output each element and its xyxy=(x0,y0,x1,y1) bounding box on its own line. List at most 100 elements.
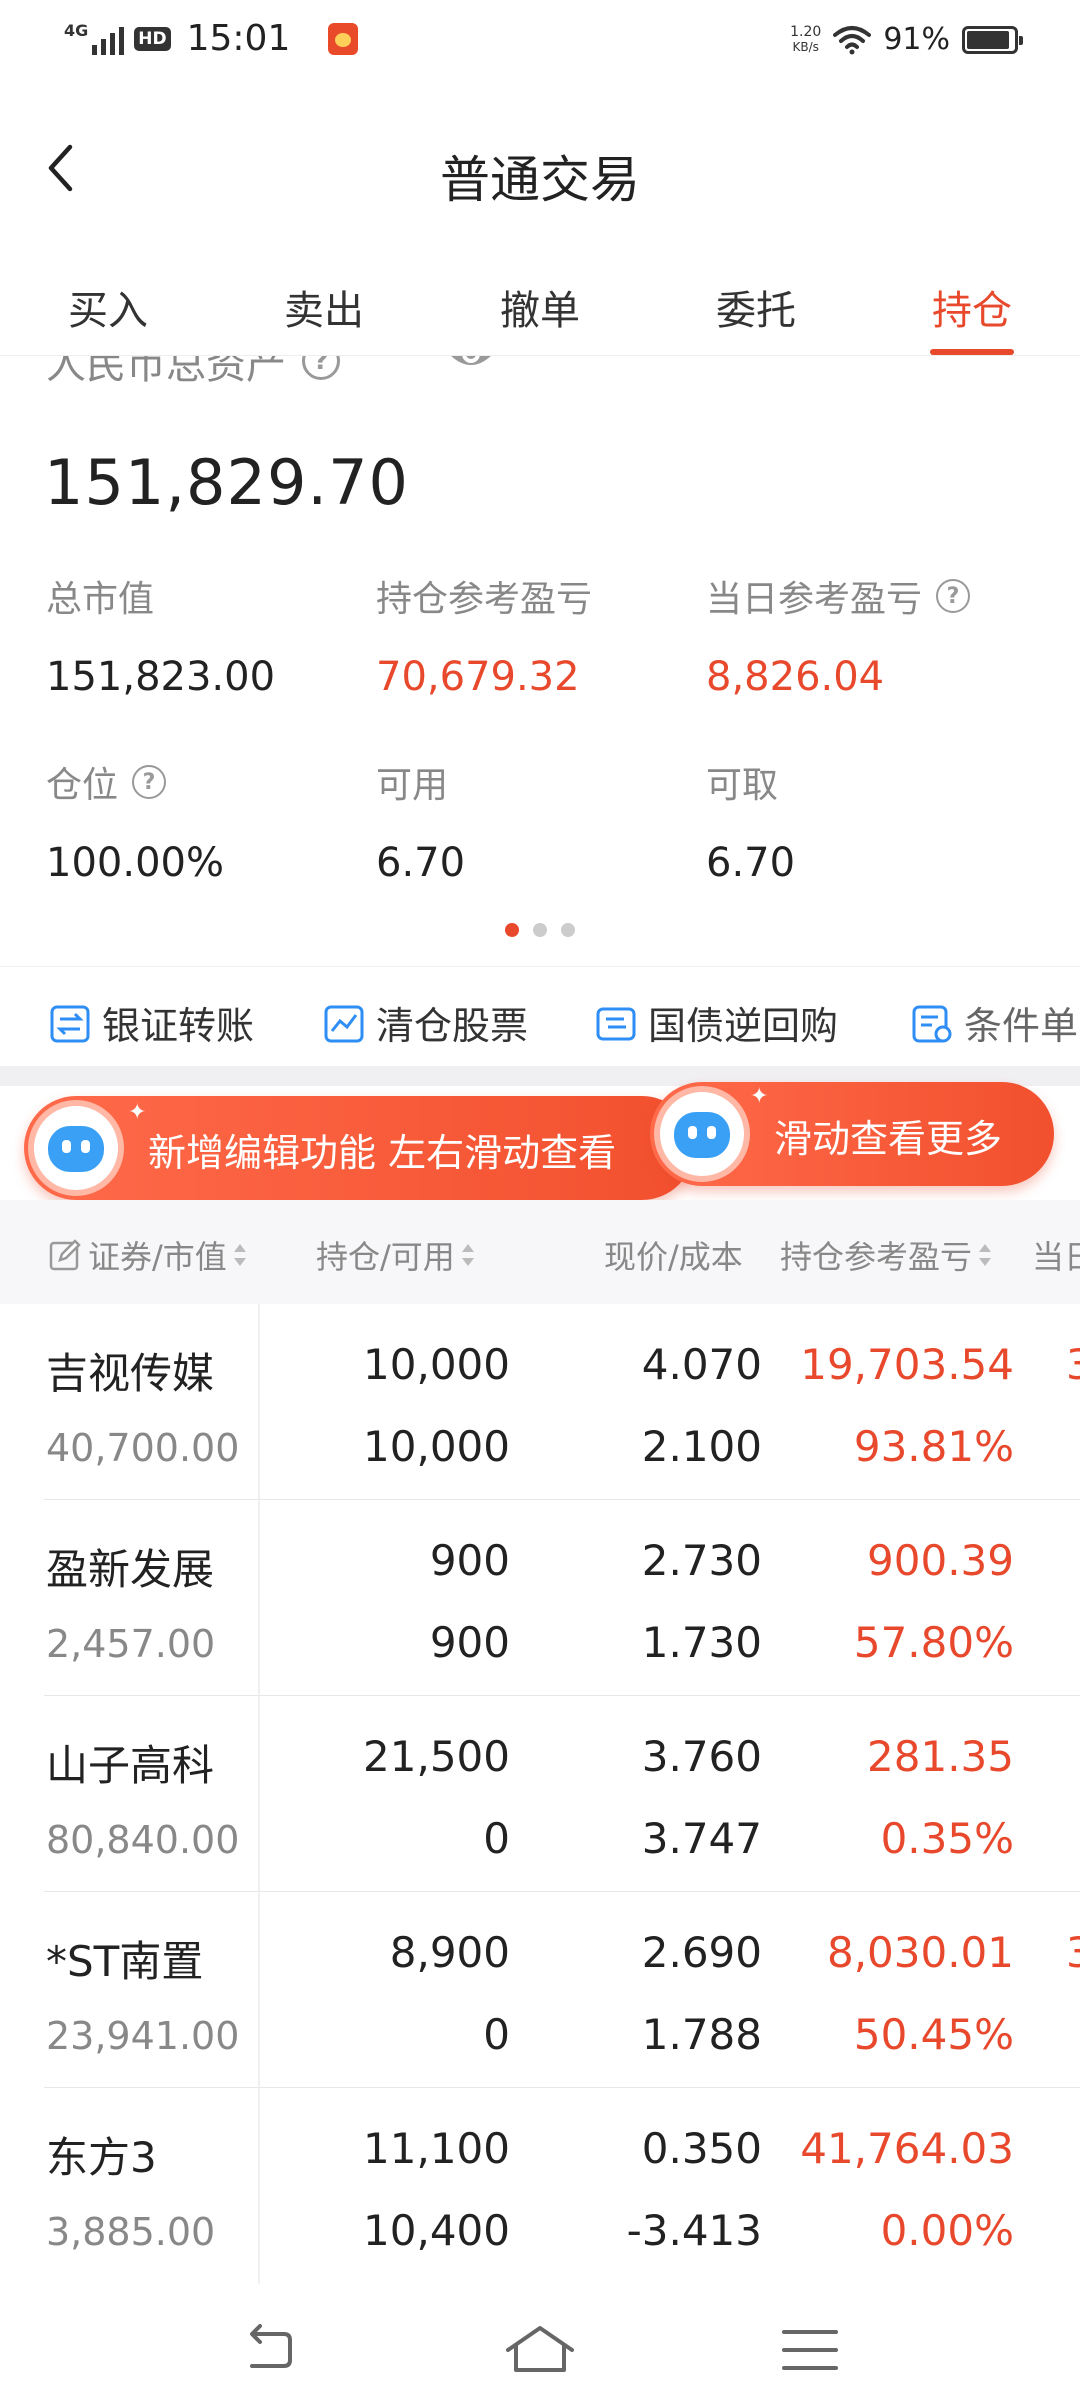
stock-quantity: 21,500 xyxy=(363,1732,510,1781)
page-dot xyxy=(533,923,547,937)
sparkle-icon: ✦ xyxy=(750,1084,769,1109)
stock-pl: 41,764.03 xyxy=(800,2124,1014,2173)
tab-cancel[interactable]: 撤单 xyxy=(432,264,648,355)
shortcut-reverse-repo[interactable]: 国债逆回购 xyxy=(594,995,838,1050)
stock-name: 东方3 xyxy=(46,2133,157,2182)
position-pl-label: 持仓参考盈亏 xyxy=(376,579,593,620)
tab-positions[interactable]: 持仓 xyxy=(864,264,1080,355)
chart-icon xyxy=(324,1005,364,1042)
page-indicator xyxy=(0,923,1080,937)
eye-icon[interactable] xyxy=(446,356,496,374)
stock-pl: 8,030.01 xyxy=(826,1928,1014,1977)
header-holding[interactable]: 持仓/可用 xyxy=(316,1232,475,1278)
help-icon[interactable]: ? xyxy=(936,579,971,613)
help-icon[interactable]: ? xyxy=(132,765,167,799)
daily-pl-value: 8,826.04 xyxy=(706,654,885,700)
sort-icon xyxy=(233,1242,247,1268)
shortcut-label: 条件单 xyxy=(964,1004,1079,1048)
stock-available: 0 xyxy=(483,1814,510,1863)
position-ratio-label: 仓位 xyxy=(46,765,119,806)
edit-icon[interactable] xyxy=(48,1238,82,1272)
stock-market-value: 40,700.00 xyxy=(46,1426,240,1470)
stock-pl-percent: 0.35% xyxy=(880,1814,1014,1863)
hd-icon: HD xyxy=(134,26,171,51)
battery-icon xyxy=(962,25,1023,54)
stock-pl-percent: 50.45% xyxy=(853,2010,1014,2059)
stock-quantity: 11,100 xyxy=(363,2124,510,2173)
table-row[interactable]: 盈新发展 2,457.00 900 900 2.730 1.730 900.39… xyxy=(0,1500,1080,1696)
page-title: 普通交易 xyxy=(440,151,640,209)
available-value: 6.70 xyxy=(376,840,466,886)
header-daily-label: 当日 xyxy=(1032,1238,1080,1276)
stock-available: 0 xyxy=(483,2010,510,2059)
table-row[interactable]: *ST南置 23,941.00 8,900 0 2.690 1.788 8,03… xyxy=(0,1892,1080,2088)
stock-pl-percent: 57.80% xyxy=(853,1618,1014,1667)
market-value-stat: 总市值 151,823.00 xyxy=(46,574,366,700)
total-assets-value: 151,829.70 xyxy=(44,446,409,519)
header-pl[interactable]: 持仓参考盈亏 xyxy=(780,1232,992,1278)
asset-summary: 人民币总资产 ? 151,829.70 总市值 151,823.00 持仓参考盈… xyxy=(0,356,1080,961)
tab-sell[interactable]: 卖出 xyxy=(216,264,432,355)
transfer-icon xyxy=(50,1005,90,1042)
battery-percent: 91% xyxy=(883,22,950,57)
trade-tabs: 买入 卖出 撤单 委托 持仓 xyxy=(0,264,1080,356)
stock-market-value: 3,885.00 xyxy=(46,2210,216,2254)
header-security-label: 证券/市值 xyxy=(88,1238,227,1276)
positions-table: 吉视传媒 40,700.00 10,000 10,000 4.070 2.100… xyxy=(0,1304,1080,2284)
shortcut-condition-order[interactable]: 条件单 xyxy=(910,995,1078,1050)
stock-pl: 900.39 xyxy=(867,1536,1014,1585)
shortcut-label: 国债逆回购 xyxy=(648,1004,839,1048)
position-ratio-stat: 仓位 ? 100.00% xyxy=(46,760,366,886)
network-speed-value: 1.20 xyxy=(790,23,822,40)
stock-available: 10,000 xyxy=(363,1422,510,1471)
stock-quantity: 8,900 xyxy=(389,1928,510,1977)
stock-cost: 1.730 xyxy=(641,1618,762,1667)
condition-icon xyxy=(912,1005,952,1042)
shortcut-clear-stocks[interactable]: 清仓股票 xyxy=(322,995,528,1050)
stock-daily-pl: 3 xyxy=(1066,1340,1080,1389)
market-value-label: 总市值 xyxy=(46,579,155,620)
daily-pl-label: 当日参考盈亏 xyxy=(706,579,923,620)
shortcut-bar: 银证转账 清仓股票 国债逆回购 条件单 xyxy=(0,966,1080,1066)
edit-feature-banner[interactable]: ✦ 新增编辑功能 左右滑动查看 xyxy=(24,1096,694,1200)
header-holding-label: 持仓/可用 xyxy=(316,1238,455,1276)
app-notification-icon xyxy=(328,22,359,55)
available-stat: 可用 6.70 xyxy=(376,760,696,886)
header-security[interactable]: 证券/市值 xyxy=(48,1232,247,1278)
stock-cost: 3.747 xyxy=(641,1814,762,1863)
help-icon[interactable]: ? xyxy=(302,356,340,380)
tab-buy[interactable]: 买入 xyxy=(0,264,216,355)
stock-price: 4.070 xyxy=(641,1340,762,1389)
header-pl-label: 持仓参考盈亏 xyxy=(780,1238,973,1276)
stock-available: 10,400 xyxy=(363,2206,510,2255)
table-row[interactable]: 吉视传媒 40,700.00 10,000 10,000 4.070 2.100… xyxy=(0,1304,1080,1500)
swipe-more-banner[interactable]: ✦ 滑动查看更多 xyxy=(650,1082,1054,1186)
total-assets-label: 人民币总资产 xyxy=(46,356,286,388)
system-nav-bar xyxy=(0,2290,1080,2408)
table-row[interactable]: 东方3 3,885.00 11,100 10,400 0.350 -3.413 … xyxy=(0,2088,1080,2284)
nav-menu-button[interactable] xyxy=(770,2320,850,2380)
stock-daily-pl: 3 xyxy=(1066,1928,1080,1977)
page-dot xyxy=(561,923,575,937)
robot-mascot-icon xyxy=(654,1086,750,1182)
available-label: 可用 xyxy=(376,765,449,806)
stock-pl-percent: 93.81% xyxy=(853,1422,1014,1471)
header-daily[interactable]: 当日 xyxy=(1032,1232,1080,1278)
app-header: 普通交易 xyxy=(0,100,1080,240)
table-row[interactable]: 山子高科 80,840.00 21,500 0 3.760 3.747 281.… xyxy=(0,1696,1080,1892)
stock-cost: 2.100 xyxy=(641,1422,762,1471)
positions-table-header: 证券/市值 持仓/可用 现价/成本 持仓参考盈亏 当日 xyxy=(0,1200,1080,1304)
sparkle-icon: ✦ xyxy=(128,1100,147,1125)
stock-cost: -3.413 xyxy=(626,2206,762,2255)
withdrawable-value: 6.70 xyxy=(706,840,796,886)
stock-pl: 19,703.54 xyxy=(800,1340,1014,1389)
stock-name: 吉视传媒 xyxy=(46,1349,215,1398)
nav-back-button[interactable] xyxy=(230,2320,310,2380)
status-bar: 4G HD 15:01 1.20 KB/s 91% xyxy=(0,0,1080,84)
tab-orders[interactable]: 委托 xyxy=(648,264,864,355)
stock-quantity: 10,000 xyxy=(363,1340,510,1389)
position-pl-stat: 持仓参考盈亏 70,679.32 xyxy=(376,574,696,700)
header-price: 现价/成本 xyxy=(604,1232,743,1278)
nav-home-button[interactable] xyxy=(500,2320,580,2380)
shortcut-bank-transfer[interactable]: 银证转账 xyxy=(48,995,254,1050)
